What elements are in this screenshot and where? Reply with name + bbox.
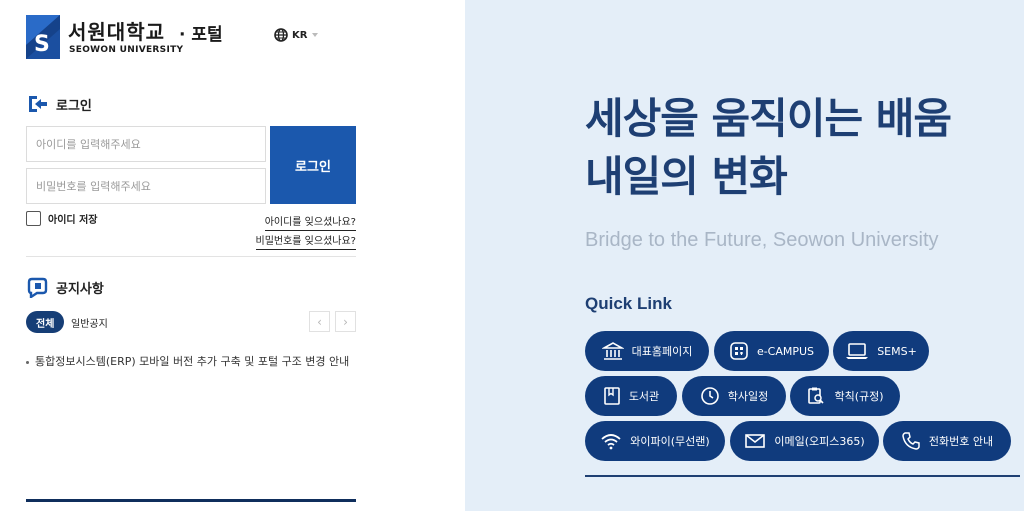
clipboard-search-icon [808, 387, 825, 404]
quick-link-label: 학사일정 [727, 390, 769, 403]
login-arrow-icon [29, 96, 47, 112]
next-page-button[interactable]: › [335, 311, 356, 332]
hero-panel: 세상을 움직이는 배움 내일의 변화 Bridge to the Future,… [465, 0, 1024, 511]
quick-link-label: 이메일(오피스365) [774, 435, 865, 448]
tab-general-notice[interactable]: 일반공지 [71, 315, 108, 330]
globe-icon [274, 28, 288, 42]
find-password-link[interactable]: 비밀번호를 잊으셨나요? [255, 232, 356, 250]
password-input[interactable] [26, 168, 266, 204]
user-id-input[interactable] [26, 126, 266, 162]
prev-page-button[interactable]: ‹ [309, 311, 330, 332]
hero-line-1: 세상을 움직이는 배움 [585, 94, 952, 143]
quick-link-label: 학칙(규정) [834, 390, 884, 403]
tab-all[interactable]: 전체 [26, 311, 65, 333]
save-id-checkbox[interactable]: 아이디 저장 [26, 211, 97, 226]
quick-link-library[interactable]: 도서관 [585, 376, 677, 416]
book-icon [604, 387, 620, 405]
quick-link-label: e-CAMPUS [756, 344, 815, 358]
language-selector[interactable]: KR [274, 27, 319, 43]
quick-link-ecampus[interactable]: e-CAMPUS [714, 331, 829, 371]
notice-list-item[interactable]: 통합정보시스템(ERP) 모바일 버전 추가 구축 및 포털 구조 변경 안내 [26, 353, 349, 369]
notice-heading: 공지사항 [26, 276, 104, 298]
quick-link-label: 와이파이(무선랜) [630, 435, 710, 448]
clock-icon [700, 387, 719, 405]
quick-link-label: 전화번호 안내 [928, 435, 994, 448]
portal-label: · 포털 [179, 25, 223, 45]
laptop-icon [846, 343, 869, 359]
wifi-icon [601, 434, 621, 450]
quick-link-label: 대표홈페이지 [631, 345, 693, 358]
hero-line-2: 내일의 변화 [585, 152, 788, 201]
seowon-logo-icon: S [26, 15, 60, 59]
language-label: KR [292, 29, 308, 41]
chevron-down-icon [312, 33, 319, 37]
quick-link-homepage[interactable]: 대표홈페이지 [585, 331, 709, 371]
university-name-en: SEOWON UNIVERSITY [69, 45, 184, 55]
mail-icon [745, 434, 766, 448]
hero-headline: 세상을 움직이는 배움 내일의 변화 [585, 90, 952, 206]
university-name-kr: 서원대학교 [68, 20, 165, 44]
building-icon [601, 342, 624, 360]
megaphone-icon [27, 277, 48, 298]
quick-link-email[interactable]: 이메일(오피스365) [730, 421, 879, 461]
quick-link-label: SEMS+ [877, 344, 917, 358]
quick-link-title: Quick Link [585, 294, 672, 313]
notice-item-text: 통합정보시스템(ERP) 모바일 버전 추가 구축 및 포털 구조 변경 안내 [35, 355, 350, 368]
save-id-label: 아이디 저장 [48, 215, 98, 226]
bullet-icon [26, 360, 29, 364]
campus-icon [730, 342, 748, 360]
quick-link-schedule[interactable]: 학사일정 [682, 376, 786, 416]
login-button[interactable]: 로그인 [270, 126, 356, 204]
quick-link-wifi[interactable]: 와이파이(무선랜) [585, 421, 725, 461]
login-panel: S 서원대학교 SEOWON UNIVERSITY · 포털 KR 로그인 로그… [0, 0, 465, 511]
quick-link-label: 도서관 [628, 390, 660, 403]
phone-icon [902, 432, 920, 450]
quick-link-regulations[interactable]: 학칙(규정) [790, 376, 900, 416]
login-title: 로그인 [56, 98, 92, 114]
quick-link-sems[interactable]: SEMS+ [833, 331, 929, 371]
section-divider [26, 256, 356, 257]
login-heading: 로그인 [26, 93, 92, 115]
svg-text:S: S [34, 32, 50, 57]
notice-title: 공지사항 [56, 281, 104, 297]
find-id-link[interactable]: 아이디를 잊으셨나요? [264, 213, 356, 231]
hero-subtitle: Bridge to the Future, Seowon University [585, 229, 939, 251]
checkbox-box[interactable] [26, 211, 41, 226]
bottom-rule [26, 499, 356, 502]
quick-link-phone[interactable]: 전화번호 안내 [883, 421, 1011, 461]
quick-link-rule [585, 475, 1020, 477]
